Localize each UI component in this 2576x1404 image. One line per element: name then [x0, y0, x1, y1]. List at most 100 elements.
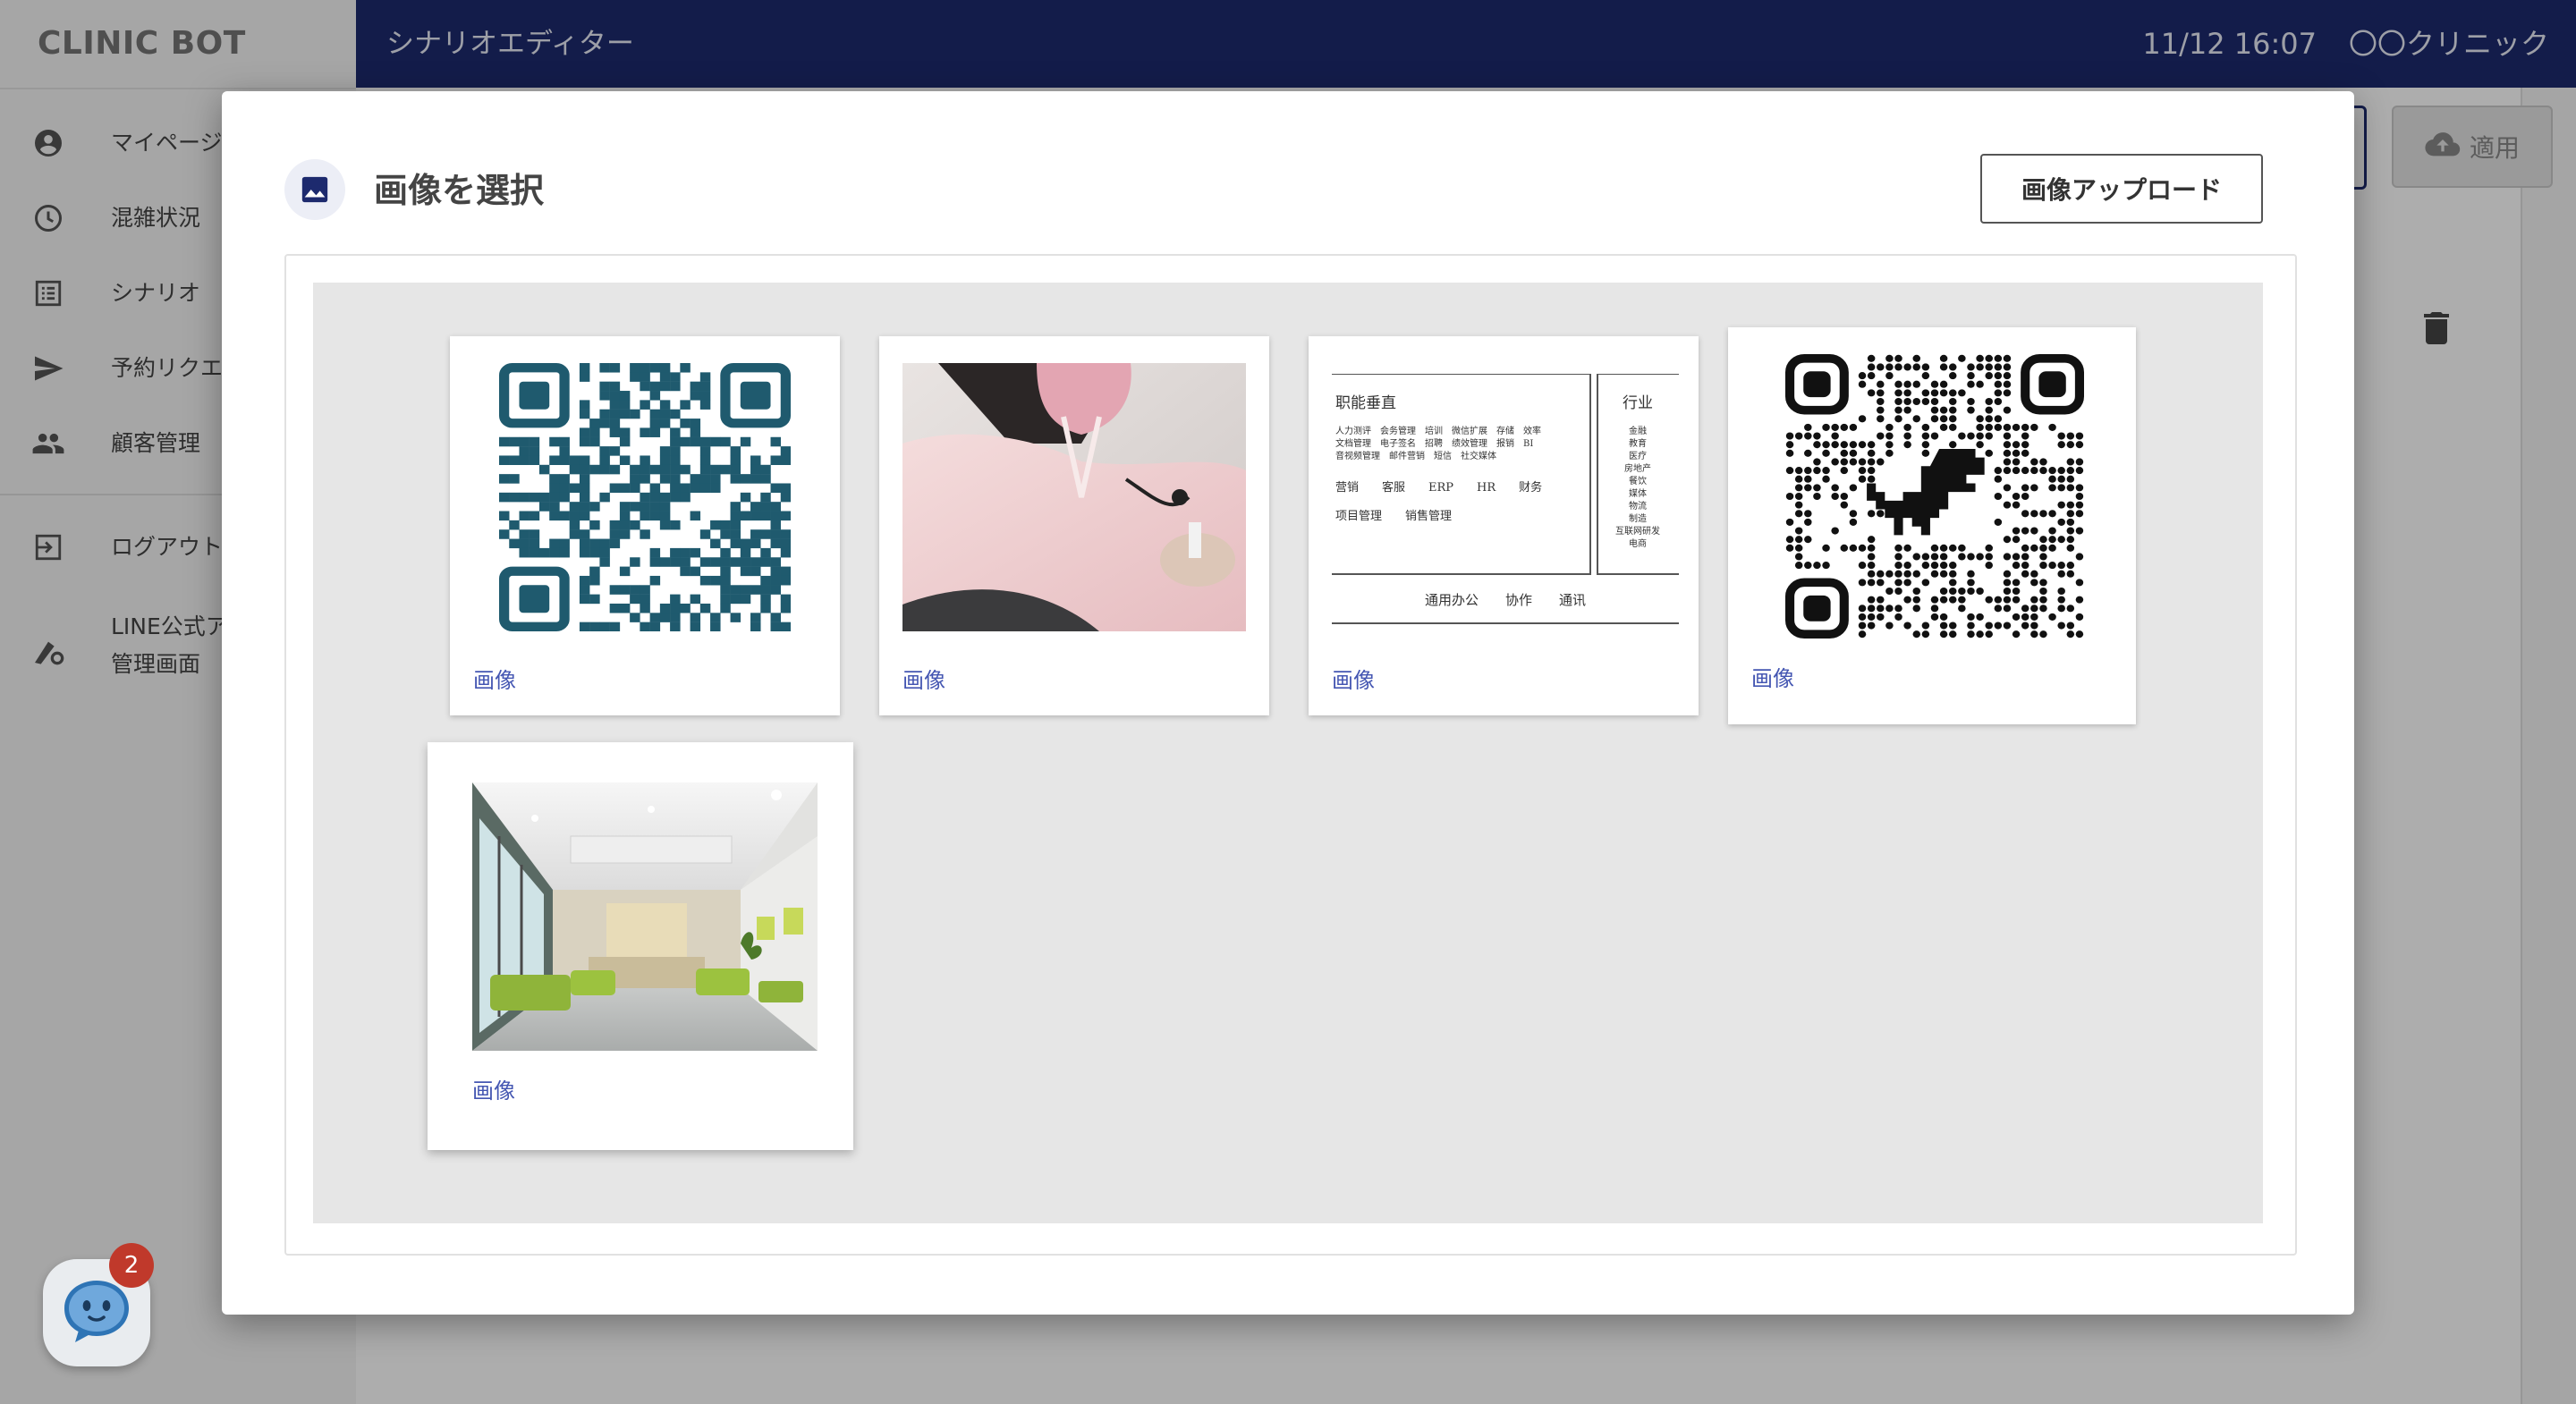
qr-module — [609, 483, 621, 494]
qr-module — [1930, 570, 1939, 578]
qr-module — [2057, 441, 2065, 449]
qr-module — [740, 594, 751, 605]
qr-module — [2003, 596, 2012, 604]
qr-module — [750, 464, 761, 475]
qr-module — [1885, 570, 1894, 578]
qr-module — [1948, 630, 1957, 639]
qr-module — [760, 547, 771, 558]
qr-module — [559, 538, 570, 549]
qr-module — [640, 502, 650, 512]
qr-module — [2030, 570, 2038, 578]
qr-module — [559, 474, 570, 484]
qr-module — [549, 483, 560, 494]
image-card-3[interactable]: 职能垂直 人力测评 会务管理 培训 微信扩展 存储 效率 文档管理 电子签名 招… — [1309, 336, 1699, 715]
qr-module — [750, 455, 761, 465]
qr-module — [1994, 518, 2003, 526]
qr-module — [640, 474, 650, 484]
qr-module — [630, 363, 640, 373]
qr-module — [760, 529, 771, 539]
qr-module — [1903, 570, 1911, 578]
qr-module — [619, 427, 631, 437]
qr-module — [519, 538, 530, 549]
qr-module — [2003, 536, 2012, 544]
qr-module — [710, 483, 721, 494]
qr-module — [2003, 449, 2012, 457]
qr-module — [1967, 380, 1975, 388]
qr-module — [2030, 579, 2038, 587]
qr-module — [1958, 596, 1966, 604]
qr-module — [1912, 605, 1921, 613]
qr-module — [1958, 605, 1966, 613]
qr-module — [710, 464, 721, 475]
qr-module — [750, 511, 761, 521]
qr-module — [1849, 441, 1858, 449]
qr-module — [699, 575, 711, 586]
qr-module — [720, 575, 731, 586]
qr-module — [1930, 415, 1939, 423]
qr-module — [1849, 423, 1858, 431]
qr-module — [1867, 354, 1876, 362]
qr-module — [569, 529, 580, 539]
image-upload-button[interactable]: 画像アップロード — [1980, 154, 2263, 224]
qr-module — [509, 538, 520, 549]
qr-module — [1858, 467, 1867, 475]
qr-module — [619, 511, 631, 521]
qr-module — [1930, 397, 1939, 406]
qr-module — [730, 464, 741, 475]
image-card-4[interactable]: 画像 — [1728, 327, 2136, 724]
qr-module — [579, 400, 590, 410]
qr-module — [670, 474, 681, 484]
qr-module — [1894, 587, 1902, 596]
qr-module — [619, 436, 631, 447]
qr-module — [640, 622, 650, 631]
qr-module — [670, 613, 681, 622]
qr-module — [670, 594, 681, 605]
qr-module — [760, 603, 771, 613]
qr-module — [649, 363, 661, 373]
qr-module — [1894, 605, 1902, 613]
qr-module — [640, 529, 650, 539]
qr-module — [529, 446, 540, 456]
qr-module — [680, 436, 691, 447]
qr-module — [699, 529, 711, 539]
qr-module — [2021, 553, 2029, 561]
qr-module — [1885, 432, 1894, 440]
qr-module — [2057, 432, 2065, 440]
image-card-2[interactable]: 画像 — [879, 336, 1269, 715]
qr-module — [740, 492, 751, 503]
qr-module — [1985, 432, 1993, 440]
qr-module — [1885, 363, 1894, 371]
qr-module — [770, 613, 781, 622]
qr-module — [1867, 467, 1876, 475]
qr-module — [1867, 613, 1876, 621]
image-card-1[interactable]: 画像 — [450, 336, 840, 715]
qr-module — [2039, 467, 2047, 475]
diagram-industry-item: 医疗 — [1629, 452, 1647, 461]
qr-module — [549, 474, 560, 484]
qr-module — [569, 511, 580, 521]
qr-module — [1921, 622, 1930, 630]
qr-module — [1840, 423, 1849, 431]
qr-module — [549, 502, 560, 512]
qr-module — [549, 455, 560, 465]
qr-module — [619, 566, 631, 577]
qr-module — [1912, 380, 1921, 388]
qr-module — [1976, 613, 1984, 621]
qr-module — [1858, 613, 1867, 621]
qr-module — [509, 436, 520, 447]
qr-module — [630, 557, 640, 567]
qr-module — [499, 455, 510, 465]
qr-module — [1822, 562, 1830, 570]
qr-module — [1840, 458, 1849, 466]
qr-module — [1877, 380, 1885, 388]
qr-module — [659, 511, 671, 521]
image-card-5-selected[interactable]: 画像 — [428, 742, 853, 1150]
qr-module — [1831, 492, 1839, 501]
qr-module — [1903, 544, 1911, 552]
qr-module — [640, 585, 650, 595]
qr-module — [579, 594, 590, 605]
qr-module — [690, 547, 701, 558]
qr-module — [690, 474, 701, 484]
qr-module — [1976, 587, 1984, 596]
qr-module — [1985, 354, 1993, 362]
